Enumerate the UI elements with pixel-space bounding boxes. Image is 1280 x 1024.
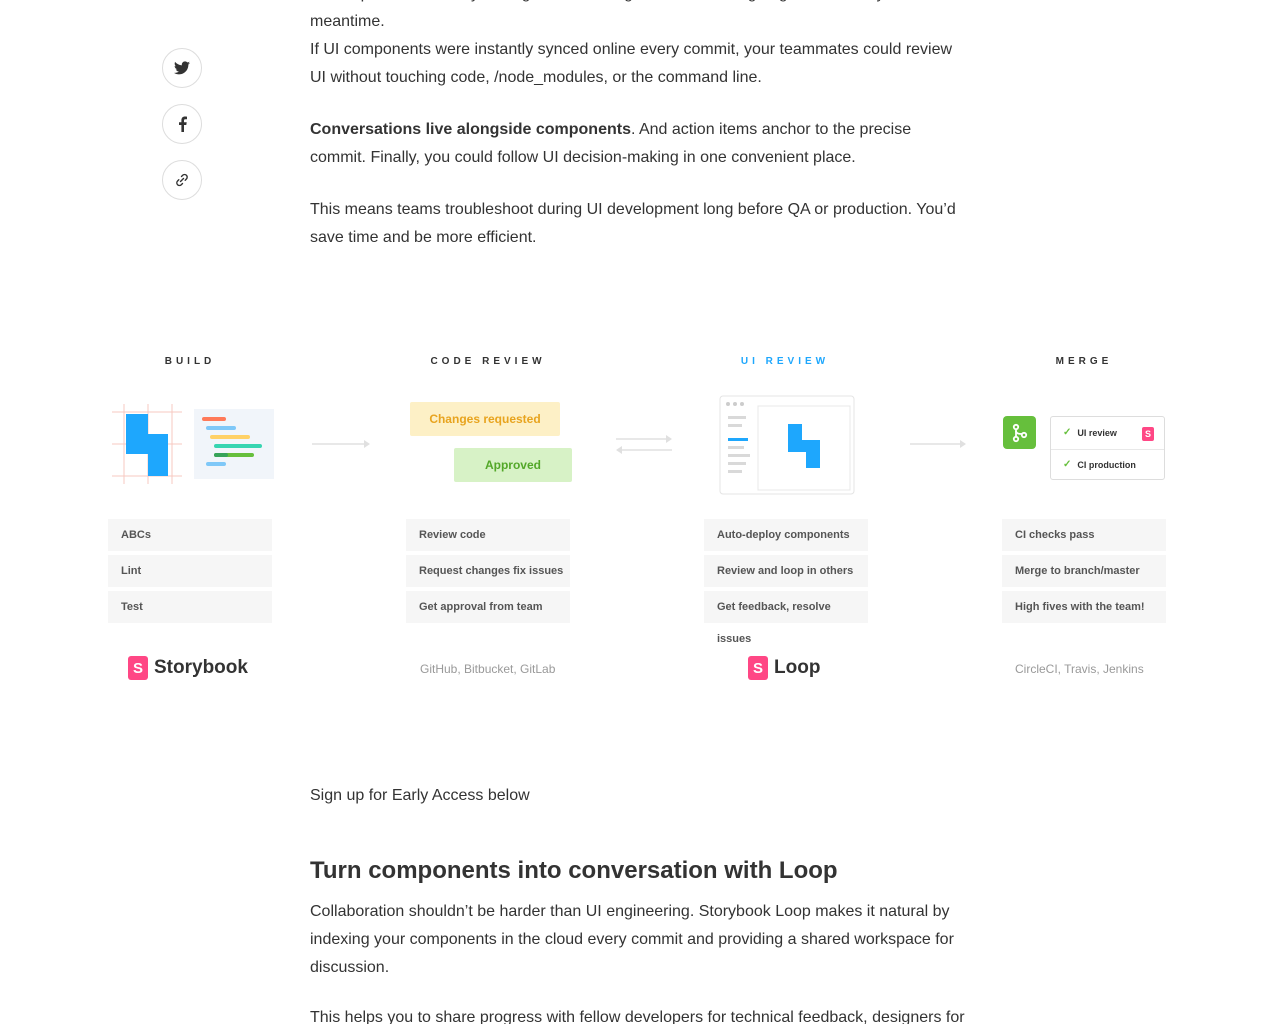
merge-tools: CircleCI, Travis, Jenkins bbox=[1015, 662, 1144, 676]
arrow-head-right-icon bbox=[960, 440, 966, 448]
code-review-step: Request changes fix issues bbox=[406, 555, 570, 587]
paragraph-troubleshoot: This means teams troubleshoot during UI … bbox=[310, 201, 956, 246]
merge-check-ui-review: ✓ UI review bbox=[1063, 427, 1117, 438]
merge-step: Merge to branch/master bbox=[1002, 555, 1166, 587]
stage-title-code-review: CODE REVIEW bbox=[430, 356, 546, 367]
ui-review-illustration bbox=[718, 394, 858, 498]
loop-logo-icon: S bbox=[748, 656, 768, 680]
approved-bubble: Approved bbox=[454, 448, 572, 482]
stage-title-build: BUILD bbox=[164, 356, 216, 367]
build-step: ABCs bbox=[108, 519, 272, 551]
merge-branch-icon bbox=[1003, 416, 1036, 449]
check-icon: ✓ bbox=[1063, 459, 1072, 470]
arrow-head-left-icon bbox=[616, 446, 622, 454]
storybook-logo-icon: S bbox=[128, 656, 148, 680]
paragraph-progress: This helps you to share progress with fe… bbox=[310, 1009, 965, 1024]
code-review-step: Get approval from team bbox=[406, 591, 570, 623]
build-step: Lint bbox=[108, 555, 272, 587]
ui-review-step: Review and loop in others bbox=[704, 555, 868, 587]
paragraph-sync: If UI components were instantly synced o… bbox=[310, 41, 953, 86]
check-icon: ✓ bbox=[1063, 427, 1072, 438]
copy-link-button[interactable] bbox=[162, 160, 202, 200]
ui-review-step: Auto-deploy components bbox=[704, 519, 868, 551]
loop-logo: S Loop bbox=[748, 656, 820, 680]
share-twitter-button[interactable] bbox=[162, 48, 202, 88]
share-facebook-button[interactable] bbox=[162, 104, 202, 144]
paragraph-collaboration: Collaboration shouldn’t be harder than U… bbox=[310, 903, 954, 976]
merge-checks-card: ✓ UI review S ✓ CI production bbox=[1050, 416, 1165, 480]
merge-check-ci-production: ✓ CI production bbox=[1063, 459, 1136, 470]
arrow-code-review-to-ui-review bbox=[616, 438, 666, 440]
build-step: Test bbox=[108, 591, 272, 623]
facebook-icon bbox=[178, 116, 187, 132]
code-review-step: Review code bbox=[406, 519, 570, 551]
ui-review-step: Get feedback, resolve issues bbox=[704, 591, 868, 645]
storybook-mini-logo-icon: S bbox=[1142, 427, 1154, 441]
merge-check-label: CI production bbox=[1077, 459, 1136, 470]
arrow-ui-review-to-code-review bbox=[622, 449, 672, 451]
build-illustration bbox=[110, 404, 276, 484]
code-review-tools: GitHub, Bitbucket, GitLab bbox=[420, 662, 556, 676]
twitter-icon bbox=[174, 61, 190, 75]
stage-title-merge: MERGE bbox=[1055, 356, 1113, 367]
stage-title-ui-review: UI REVIEW bbox=[740, 356, 830, 367]
paragraph-conversations: Conversations live alongside components.… bbox=[310, 116, 970, 172]
merge-check-label: UI review bbox=[1077, 427, 1117, 438]
early-access-text: Sign up for Early Access below bbox=[310, 787, 530, 804]
arrow-ui-review-to-merge bbox=[910, 443, 960, 445]
section-heading: Turn components into conversation with L… bbox=[310, 857, 838, 884]
storybook-logo-text: Storybook bbox=[154, 657, 248, 678]
storybook-logo: S Storybook bbox=[128, 656, 248, 680]
arrow-build-to-code-review bbox=[312, 443, 364, 445]
merge-step: CI checks pass bbox=[1002, 519, 1166, 551]
arrow-head-right-icon bbox=[666, 435, 672, 443]
loop-logo-text: Loop bbox=[774, 657, 821, 678]
changes-requested-bubble: Changes requested bbox=[410, 402, 560, 436]
paragraph-bold-lead: Conversations live alongside components bbox=[310, 121, 631, 138]
link-icon bbox=[174, 172, 190, 188]
article-text-cut-off: UI components are only testing in isolat… bbox=[310, 0, 965, 30]
divider bbox=[1051, 449, 1164, 450]
merge-step: High fives with the team! bbox=[1002, 591, 1166, 623]
arrow-head-right-icon bbox=[364, 440, 370, 448]
